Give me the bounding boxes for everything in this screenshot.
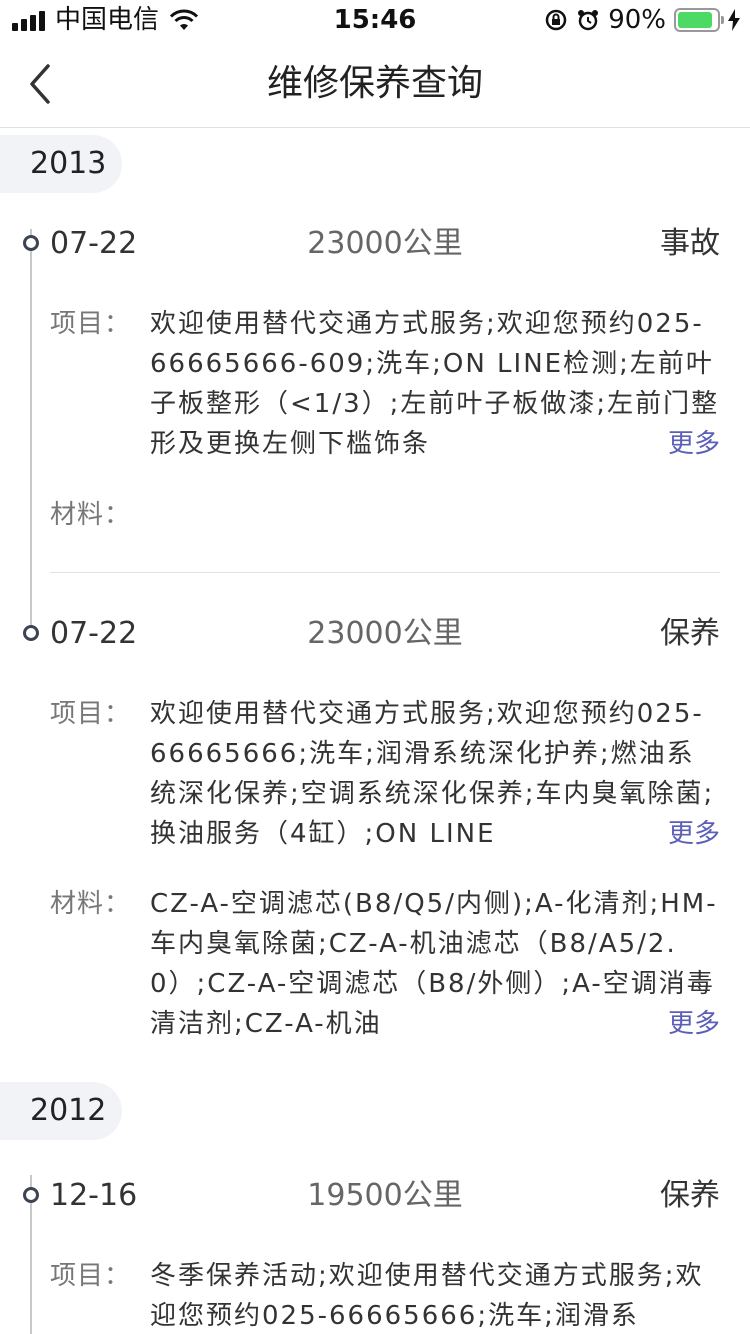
record-header: 07-22 23000公里 保养 <box>50 612 720 656</box>
navigation-bar: 维修保养查询 <box>0 40 750 128</box>
year-badge: 2012 <box>0 1082 122 1140</box>
year-label: 2012 <box>30 1093 107 1128</box>
year-badge: 2013 <box>0 135 122 193</box>
battery-percent: 90% <box>608 5 666 35</box>
timeline-line <box>30 229 32 639</box>
rotation-lock-icon <box>545 9 567 31</box>
record-type: 事故 <box>660 226 720 261</box>
battery-level <box>678 12 713 28</box>
page-title: 维修保养查询 <box>266 63 483 104</box>
materials-label: 材料： <box>50 889 132 919</box>
timeline-dot <box>23 625 39 641</box>
record-divider <box>50 572 720 573</box>
more-link[interactable]: 更多 <box>607 1004 720 1044</box>
items-text: 冬季保养活动;欢迎使用替代交通方式服务;欢迎您预约025-66665666;洗车… <box>150 1261 704 1331</box>
charging-bolt-icon <box>728 9 740 31</box>
record-items-row: 项目： 欢迎使用替代交通方式服务;欢迎您预约025-66665666-609;洗… <box>50 304 720 464</box>
items-label: 项目： <box>50 699 132 729</box>
record-mileage: 19500公里 <box>307 1178 463 1213</box>
battery-icon <box>674 8 724 32</box>
year-label: 2013 <box>30 146 107 181</box>
materials-text <box>150 495 720 535</box>
items-label: 项目： <box>50 1261 132 1291</box>
maintenance-record-list[interactable]: 2013 07-22 23000公里 事故 项目： 欢迎使用替代交通方式服务;欢… <box>0 129 750 1334</box>
record-mileage: 23000公里 <box>307 616 463 651</box>
timeline-dot <box>23 235 39 251</box>
materials-label: 材料： <box>50 500 132 530</box>
record-materials-row: 材料： CZ-A-空调滤芯(B8/Q5/内侧);A-化清剂;HM-车内臭氧除菌;… <box>50 884 720 1044</box>
more-link[interactable]: 更多 <box>607 814 720 854</box>
record-materials-row: 材料： <box>50 495 720 535</box>
record-items-row: 项目： 冬季保养活动;欢迎使用替代交通方式服务;欢迎您预约025-6666566… <box>50 1256 720 1334</box>
timeline-dot <box>23 1187 39 1203</box>
status-bar: 中国电信 15:46 90% <box>0 0 750 40</box>
alarm-icon <box>578 10 599 31</box>
record-type: 保养 <box>660 616 720 651</box>
record-header: 12-16 19500公里 保养 <box>50 1174 720 1218</box>
record-header: 07-22 23000公里 事故 <box>50 222 720 266</box>
items-label: 项目： <box>50 309 132 339</box>
more-link[interactable]: 更多 <box>607 424 720 464</box>
record-items-row: 项目： 欢迎使用替代交通方式服务;欢迎您预约025-66665666;洗车;润滑… <box>50 694 720 854</box>
record-mileage: 23000公里 <box>307 226 463 261</box>
record-type: 保养 <box>660 1178 720 1213</box>
status-right: 90% <box>544 6 740 34</box>
